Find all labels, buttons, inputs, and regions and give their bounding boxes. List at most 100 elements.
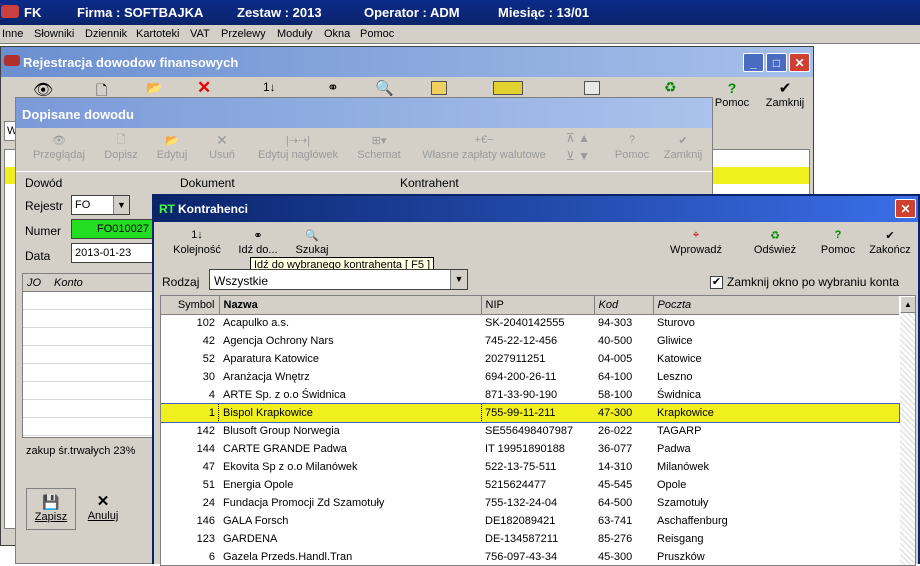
minimize-button[interactable]: _: [743, 53, 764, 72]
cell-nip: DE-134587211: [485, 533, 559, 545]
table-row[interactable]: 51 Energia Opole 5215624477 45-545 Opole: [161, 476, 899, 494]
close-button[interactable]: ✕: [789, 53, 810, 72]
dop-pomoc-button[interactable]: ? Pomoc: [612, 131, 652, 161]
cell-kod: 94-303: [598, 317, 633, 330]
chevron-down-icon[interactable]: ▼: [450, 270, 467, 289]
scroll-up-icon[interactable]: ▲: [900, 296, 915, 313]
cell-nazwa: Aranżacja Wnętrz: [223, 371, 310, 383]
idz-button[interactable]: ⚭ Idź do...: [236, 226, 280, 257]
list-icon[interactable]: [431, 81, 447, 95]
vertical-scrollbar[interactable]: ▲: [900, 296, 915, 565]
refresh-icon[interactable]: ♻: [664, 79, 677, 96]
numer-field[interactable]: FO010027: [71, 219, 153, 239]
odswiez-button[interactable]: ♻ Odśwież: [750, 226, 800, 257]
menu-przelewy[interactable]: Przelewy: [221, 28, 266, 40]
usun-label: Usuń: [209, 149, 235, 161]
table-row[interactable]: 102 Acapulko a.s. SK-2040142555 94-303 Sturo…: [161, 314, 899, 332]
header-poczta[interactable]: Poczta: [653, 296, 899, 315]
menu-okna[interactable]: Okna: [324, 28, 350, 40]
menu-moduly[interactable]: Moduły: [277, 28, 312, 40]
zakoncz-button[interactable]: ✔ Zakończ: [866, 226, 914, 257]
maximize-button[interactable]: □: [766, 53, 787, 72]
table-row[interactable]: 144 CARTE GRANDE Padwa IT 19951890188 36-07…: [161, 440, 899, 458]
wprowadz-button[interactable]: ⌖ Wprowadź: [666, 226, 726, 257]
dopisz-button[interactable]: 🗋 Dopisz: [100, 131, 142, 162]
dop-zamknij-label: Zamknij: [663, 149, 703, 161]
cell-nip: 2027911251: [485, 353, 546, 365]
table-row[interactable]: 47 Ekovita Sp z o.o Milanówek 522-13-75-51…: [161, 458, 899, 476]
szukaj-button[interactable]: 🔍 Szukaj: [290, 226, 334, 257]
rodzaj-select[interactable]: Wszystkie ▼: [209, 269, 468, 290]
data-field[interactable]: 2013-01-23: [71, 243, 153, 263]
cell-nazwa: ARTE Sp. z o.o Świdnica: [223, 389, 346, 401]
kon-pomoc-button[interactable]: ? Pomoc: [816, 226, 860, 256]
move-down-icon[interactable]: ⊻ ▼: [566, 149, 590, 163]
reg-pomoc-label: Pomoc: [714, 97, 750, 109]
table-row[interactable]: 24 Fundacja Promocji Zd Szamotuły 755-132-…: [161, 494, 899, 512]
move-up-icon[interactable]: ⊼ ▲: [566, 131, 590, 145]
table-row[interactable]: 6 Gazela Przeds.Handl.Tran 756-097-43-34 45…: [161, 548, 899, 565]
chevron-down-icon[interactable]: ▼: [113, 196, 129, 214]
cell-nazwa: GALA Forsch: [223, 515, 289, 527]
edytuj-button[interactable]: 📂 Edytuj: [152, 131, 192, 162]
transfer-icon[interactable]: [493, 81, 523, 95]
delete-icon[interactable]: ✕: [197, 78, 211, 98]
cell-kod: 63-741: [598, 515, 633, 527]
header-nazwa[interactable]: Nazwa: [219, 296, 482, 315]
wlasne-zaplaty-button[interactable]: +€− Własne zapłaty walutowe: [414, 131, 554, 161]
cell-symbol: 30: [202, 371, 215, 383]
save-icon: 💾: [42, 493, 60, 510]
rejestr-select[interactable]: FO ▼: [71, 195, 130, 215]
table-row[interactable]: 123 GARDENA DE-134587211 85-276 Reisgang: [161, 530, 899, 548]
reg-pomoc-button[interactable]: ? Pomoc: [714, 79, 750, 109]
table-row[interactable]: 42 Agencja Ochrony Nars 745-22-12-456 40-50…: [161, 332, 899, 350]
table-row[interactable]: 4 ARTE Sp. z o.o Świdnica 871-33-90-190 58-…: [161, 386, 899, 404]
cell-kod: 58-100: [598, 389, 633, 401]
schemat-button[interactable]: ⊞▾ Schemat: [352, 131, 406, 162]
menu-dziennik[interactable]: Dziennik: [85, 28, 127, 40]
table-row[interactable]: 142 Blusoft Group Norwegia SE556498407987 2…: [161, 422, 899, 440]
search-icon[interactable]: 🔍: [375, 79, 394, 97]
table-row[interactable]: 52 Aparatura Katowice 2027911251 04-005 Kato…: [161, 350, 899, 368]
cell-poczta: Aschaffenburg: [657, 515, 728, 527]
menu-kartoteki[interactable]: Kartoteki: [136, 28, 179, 40]
edytuj-naglowek-button[interactable]: |⇢⇢| Edytuj nagłówek: [252, 131, 344, 162]
cell-nip: SK-2040142555: [485, 317, 565, 330]
table-row[interactable]: 1 Bispol Krapkowice 755-99-11-211 47-300 Kra…: [161, 403, 900, 423]
menu-slowniki[interactable]: Słowniki: [34, 28, 74, 40]
cell-poczta: Reisgang: [657, 533, 704, 545]
cell-poczta: Katowice: [657, 353, 702, 365]
wlasne-zaplaty-label: Własne zapłaty walutowe: [422, 149, 546, 161]
cell-poczta: Sturovo: [657, 317, 695, 330]
zamknij-checkbox[interactable]: ✔: [710, 276, 723, 289]
close-button[interactable]: ✕: [895, 199, 916, 218]
kolejnosc-button[interactable]: 1↓ Kolejność: [164, 226, 230, 256]
menu-vat[interactable]: VAT: [190, 28, 210, 40]
cell-symbol: 24: [202, 497, 215, 509]
link-icon[interactable]: ⚭: [327, 79, 339, 96]
odswiez-label: Odśwież: [753, 244, 797, 256]
kontrahenci-grid: Symbol Nazwa NIP Kod Poczta 102 Acapulko …: [160, 295, 916, 566]
dop-zamknij-button[interactable]: ✔ Zamknij: [660, 131, 706, 162]
open-folder-icon[interactable]: 📂: [146, 80, 162, 96]
header-nip[interactable]: NIP: [481, 296, 595, 315]
usun-button[interactable]: ✕ Usuń: [204, 131, 240, 162]
cell-nip: 5215624477: [485, 479, 547, 491]
cell-kod: 40-500: [598, 335, 633, 347]
header-kod[interactable]: Kod: [594, 296, 654, 315]
table-row[interactable]: 146 GALA Forsch DE182089421 63-741 Aschaffen…: [161, 512, 899, 530]
miesiac-label: Miesiąc : 13/01: [498, 5, 590, 20]
menu-pomoc[interactable]: Pomoc: [360, 28, 394, 40]
anuluj-button[interactable]: ✕ Anuluj: [78, 488, 128, 530]
zapisz-button[interactable]: 💾 Zapisz: [26, 488, 76, 530]
checkmark-icon: ✔: [778, 80, 792, 97]
menu-inne[interactable]: Inne: [2, 28, 23, 40]
przegladaj-button[interactable]: 👁 Przeglądaj: [28, 131, 90, 162]
header-symbol[interactable]: Symbol: [161, 296, 220, 315]
edytuj-label: Edytuj: [156, 149, 188, 161]
sort-icon[interactable]: 1↓: [263, 80, 276, 94]
copy-icon[interactable]: [584, 81, 600, 95]
reg-zamknij-button[interactable]: ✔ Zamknij: [763, 79, 807, 109]
dopisane-toolbar: 👁 Przeglądaj 🗋 Dopisz 📂 Edytuj ✕ Usuń |⇢…: [16, 129, 712, 169]
table-row[interactable]: 30 Aranżacja Wnętrz 694-200-26-11 64-100 Les…: [161, 368, 899, 386]
